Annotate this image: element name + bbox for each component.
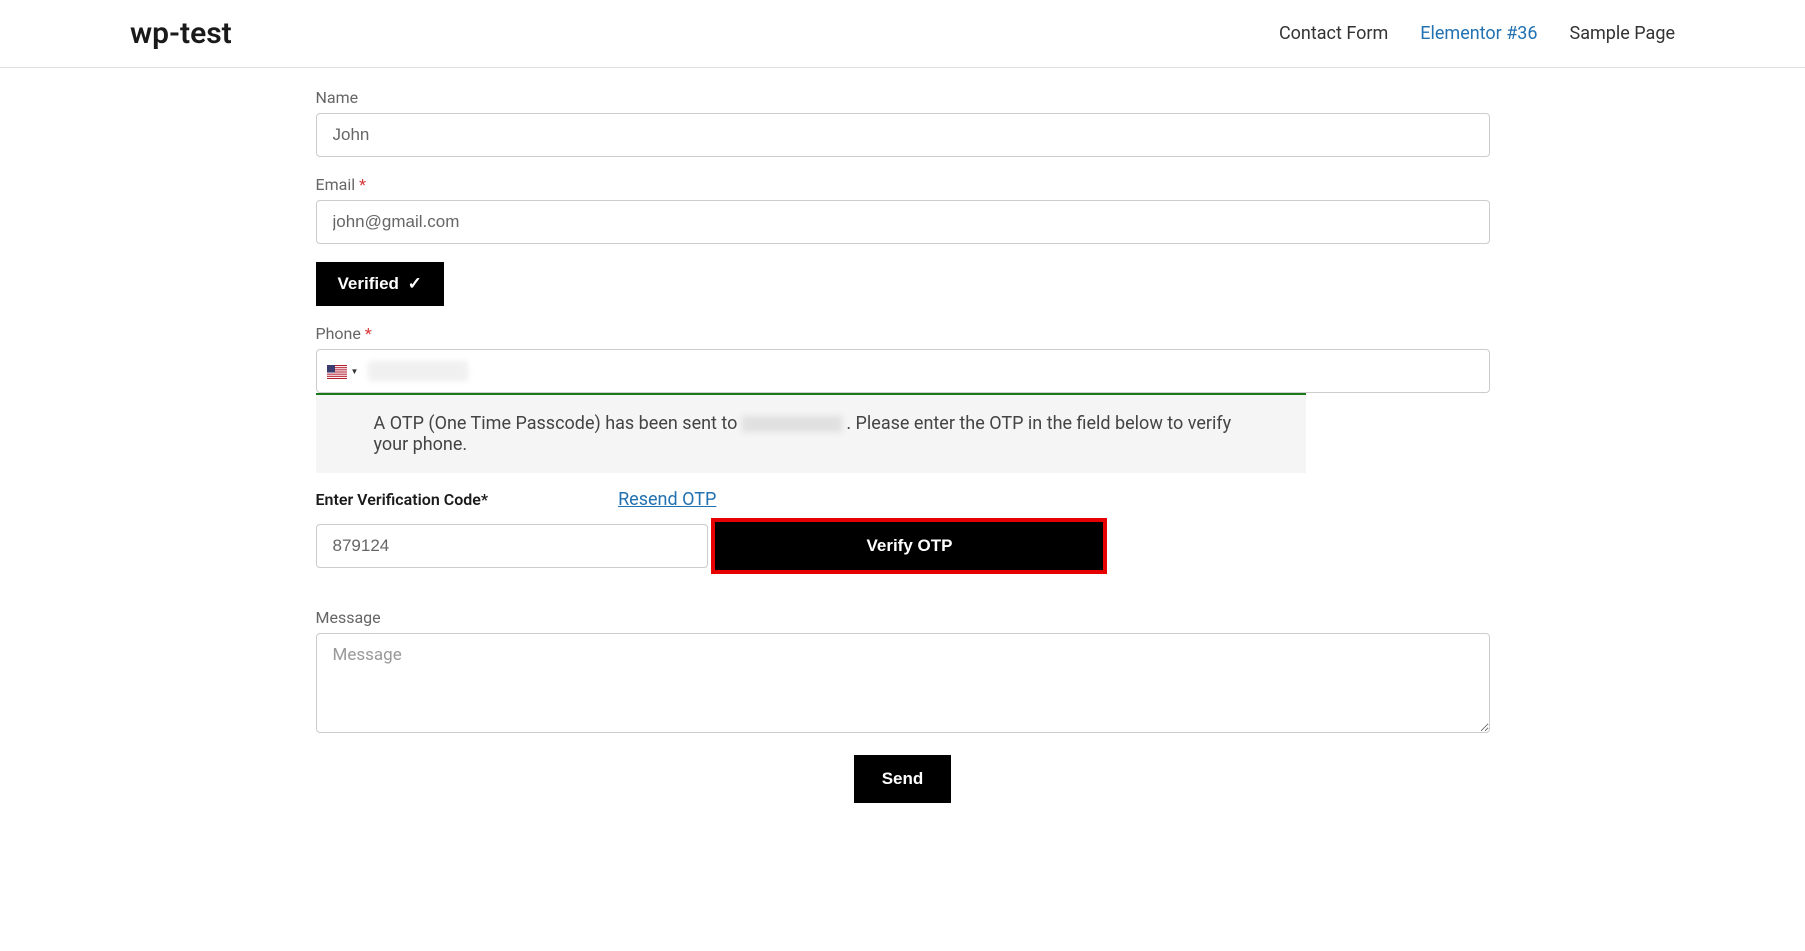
message-label: Message bbox=[316, 608, 1490, 627]
form-container: Name Email * Verified ✓ Phone * bbox=[316, 68, 1490, 823]
phone-required-mark: * bbox=[365, 324, 372, 343]
verify-otp-button[interactable]: Verify OTP bbox=[711, 518, 1107, 574]
phone-redacted bbox=[368, 361, 468, 381]
email-group: Email * bbox=[316, 175, 1490, 244]
verification-label: Enter Verification Code* bbox=[316, 490, 489, 509]
verified-button: Verified ✓ bbox=[316, 262, 444, 306]
email-label: Email * bbox=[316, 175, 1490, 194]
phone-label-text: Phone bbox=[316, 324, 361, 343]
nav-elementor[interactable]: Elementor #36 bbox=[1420, 23, 1537, 44]
checkmark-icon: ✓ bbox=[408, 274, 422, 293]
message-textarea[interactable] bbox=[316, 633, 1490, 733]
main-nav: Contact Form Elementor #36 Sample Page bbox=[1279, 23, 1675, 44]
phone-group: Phone * ▼ bbox=[316, 324, 1490, 393]
site-title: wp-test bbox=[130, 16, 232, 51]
phone-input[interactable] bbox=[468, 350, 1488, 392]
name-group: Name bbox=[316, 88, 1490, 157]
otp-notice: A OTP (One Time Passcode) has been sent … bbox=[316, 393, 1306, 473]
chevron-down-icon: ▼ bbox=[351, 367, 359, 376]
email-label-text: Email bbox=[316, 175, 356, 194]
name-label: Name bbox=[316, 88, 1490, 107]
us-flag-icon bbox=[327, 364, 347, 378]
email-input[interactable] bbox=[316, 200, 1490, 244]
verification-code-input[interactable] bbox=[316, 524, 708, 568]
message-group: Message bbox=[316, 608, 1490, 737]
phone-input-wrapper: ▼ bbox=[316, 349, 1490, 393]
otp-notice-part1: A OTP (One Time Passcode) has been sent … bbox=[374, 413, 742, 434]
flag-selector[interactable]: ▼ bbox=[317, 354, 369, 388]
name-input[interactable] bbox=[316, 113, 1490, 157]
nav-sample-page[interactable]: Sample Page bbox=[1570, 23, 1675, 44]
phone-redacted-notice bbox=[742, 416, 842, 432]
phone-label: Phone * bbox=[316, 324, 1490, 343]
email-required-mark: * bbox=[359, 175, 366, 194]
nav-contact-form[interactable]: Contact Form bbox=[1279, 23, 1388, 44]
page-header: wp-test Contact Form Elementor #36 Sampl… bbox=[0, 0, 1805, 68]
resend-otp-link[interactable]: Resend OTP bbox=[618, 489, 716, 510]
send-button[interactable]: Send bbox=[854, 755, 952, 803]
verified-button-text: Verified bbox=[338, 274, 399, 293]
verification-row: Enter Verification Code* Resend OTP bbox=[316, 489, 1490, 510]
